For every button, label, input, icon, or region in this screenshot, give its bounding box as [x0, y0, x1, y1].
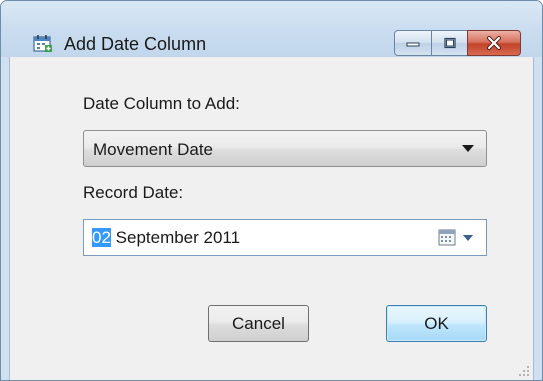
minimize-button[interactable] [394, 30, 432, 56]
chevron-down-icon[interactable] [463, 235, 473, 241]
close-icon [487, 36, 501, 50]
title-bar[interactable]: Add Date Column [1, 1, 542, 57]
close-button[interactable] [467, 30, 521, 56]
record-date-month-year: September 2011 [110, 228, 241, 247]
record-date-value[interactable]: 02 September 2011 [92, 228, 240, 248]
record-date-day-selected[interactable]: 02 [92, 228, 111, 247]
add-date-column-dialog: Add Date Column Date Column to Add: Move… [0, 0, 543, 381]
resize-grip-icon[interactable] [518, 365, 530, 377]
cancel-button[interactable]: Cancel [208, 305, 309, 342]
date-column-dropdown[interactable]: Movement Date [83, 130, 487, 167]
record-date-label: Record Date: [83, 183, 184, 202]
date-column-label: Date Column to Add: [83, 94, 240, 113]
date-column-value: Movement Date [93, 140, 213, 159]
ok-button[interactable]: OK [386, 305, 487, 342]
window-title: Add Date Column [64, 34, 207, 54]
maximize-button[interactable] [431, 30, 468, 56]
calendar-add-icon [33, 35, 52, 52]
maximize-icon [443, 37, 456, 49]
minimize-icon [406, 42, 420, 47]
chevron-down-icon [462, 145, 474, 152]
record-date-picker[interactable]: 02 September 2011 [83, 219, 487, 256]
calendar-icon[interactable] [438, 229, 456, 246]
dialog-body: Date Column to Add: Movement Date Record… [9, 57, 534, 380]
caption-buttons [394, 30, 521, 56]
